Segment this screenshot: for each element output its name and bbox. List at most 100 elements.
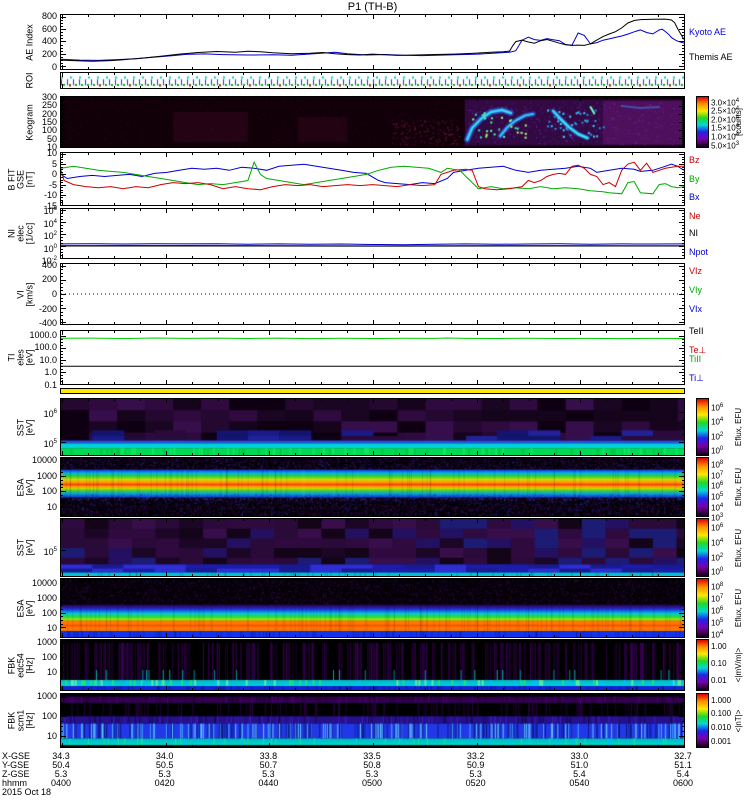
y-minor-tick xyxy=(61,231,63,232)
x-tick xyxy=(425,86,426,88)
y-minor-tick xyxy=(61,45,63,46)
x-tick xyxy=(503,458,504,460)
y-minor-tick xyxy=(61,661,63,662)
x-tick xyxy=(425,203,426,205)
colorbar-tick-label: 104 xyxy=(711,630,724,640)
y-minor-tick xyxy=(61,420,63,421)
y-minor-tick xyxy=(61,357,63,358)
x-tick xyxy=(425,640,426,642)
x-tick xyxy=(606,256,607,258)
y-minor-tick xyxy=(682,63,684,64)
x-tick xyxy=(295,514,296,516)
x-tick xyxy=(140,86,141,88)
x-tick xyxy=(606,153,607,155)
x-tick xyxy=(140,145,141,147)
x-tick xyxy=(554,73,555,75)
y-tick xyxy=(61,412,66,413)
x-tick xyxy=(503,453,504,455)
x-tick xyxy=(347,322,348,324)
x-tick xyxy=(580,512,581,516)
y-minor-tick xyxy=(682,108,684,109)
y-minor-tick xyxy=(682,237,684,238)
y-minor-tick xyxy=(61,57,63,58)
flag-panel xyxy=(60,388,685,394)
colorbar-tick-label: 104 xyxy=(711,503,724,513)
x-tick xyxy=(218,73,219,75)
x-tick xyxy=(399,640,400,642)
x-tick xyxy=(529,203,530,205)
y-minor-tick xyxy=(682,624,684,625)
x-tick xyxy=(477,153,478,157)
x-tick xyxy=(580,572,581,576)
x-tick xyxy=(580,65,581,69)
x-tick xyxy=(425,256,426,258)
y-minor-tick xyxy=(682,283,684,284)
x-tick xyxy=(425,331,426,333)
x-tick xyxy=(658,688,659,690)
x-tick xyxy=(114,73,115,75)
y-tick xyxy=(679,736,684,737)
colorbar-tick-label: 0.001 xyxy=(711,736,732,746)
y-tick xyxy=(679,266,684,267)
y-minor-tick xyxy=(682,192,684,193)
y-tick xyxy=(679,98,684,99)
x-tick xyxy=(88,73,89,75)
x-tick xyxy=(114,382,115,384)
y-minor-tick xyxy=(61,721,63,722)
x-tick xyxy=(295,331,296,333)
y-minor-tick xyxy=(61,200,63,201)
x-tick xyxy=(88,209,89,211)
y-tick xyxy=(61,246,66,247)
y-minor-tick xyxy=(682,116,684,117)
y-tick xyxy=(61,336,66,337)
y-tick xyxy=(61,308,66,309)
x-tick xyxy=(62,512,63,516)
y-tick xyxy=(61,106,66,107)
ti-panel xyxy=(60,330,685,385)
x-tick xyxy=(477,399,478,403)
colorbar-tick-label: 106 xyxy=(711,523,724,533)
x-tick xyxy=(218,399,219,401)
keogram-colorbar xyxy=(696,96,709,148)
x-tick xyxy=(295,688,296,690)
y-minor-tick xyxy=(61,225,63,226)
x-tick xyxy=(269,97,270,101)
x-tick xyxy=(243,322,244,324)
x-tick xyxy=(114,331,115,333)
x-tick xyxy=(503,574,504,576)
x-tick xyxy=(425,514,426,516)
x-tick xyxy=(503,209,504,211)
y-minor-tick xyxy=(61,162,63,163)
y-minor-tick xyxy=(682,339,684,340)
y-tick xyxy=(61,122,66,123)
y-minor-tick xyxy=(61,290,63,291)
x-tick xyxy=(140,399,141,401)
x-tick xyxy=(684,572,685,576)
y-minor-tick xyxy=(61,187,63,188)
x-tick xyxy=(243,145,244,147)
x-tick xyxy=(658,514,659,516)
x-tick xyxy=(503,635,504,637)
y-minor-tick xyxy=(61,624,63,625)
x-tick xyxy=(88,694,89,696)
x-tick xyxy=(243,514,244,516)
y-minor-tick xyxy=(61,255,63,256)
y-tick xyxy=(679,138,684,139)
x-tick xyxy=(295,15,296,17)
y-minor-tick xyxy=(61,465,63,466)
x-tick xyxy=(347,519,348,521)
x-tick xyxy=(399,209,400,211)
x-tick xyxy=(114,635,115,637)
x-tick xyxy=(321,203,322,205)
x-tick xyxy=(166,65,167,69)
x-tick xyxy=(114,264,115,266)
y-minor-tick xyxy=(61,140,63,141)
x-tick xyxy=(632,145,633,147)
y-minor-tick xyxy=(61,342,63,343)
x-tick xyxy=(684,579,685,583)
y-minor-tick xyxy=(682,661,684,662)
y-tick xyxy=(61,348,66,349)
y-tick xyxy=(679,372,684,373)
x-tick xyxy=(140,745,141,747)
x-tick xyxy=(684,84,685,88)
